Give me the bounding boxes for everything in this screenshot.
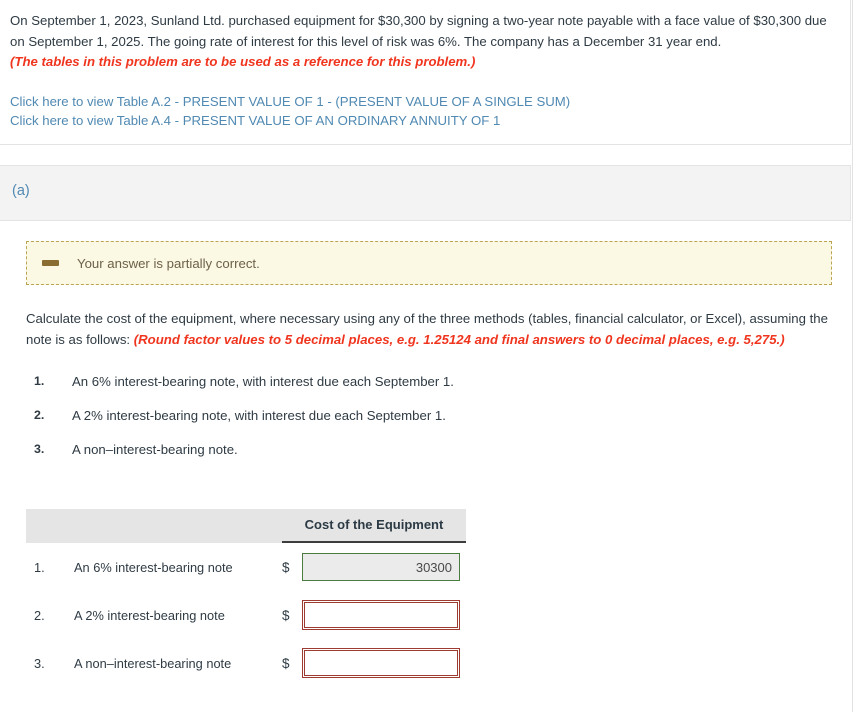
reference-links: Click here to view Table A.2 - PRESENT V…: [10, 92, 836, 130]
row-input-cell: [302, 648, 466, 678]
list-item-number: 1.: [34, 374, 45, 388]
currency-symbol: $: [282, 655, 290, 671]
table-row: 2. A 2% interest-bearing note $: [26, 591, 466, 639]
cost-input-row-1[interactable]: [302, 553, 460, 581]
problem-statement-body: On September 1, 2023, Sunland Ltd. purch…: [10, 13, 827, 49]
part-band: (a): [0, 165, 851, 221]
list-item: 3. A non–interest-bearing note.: [0, 442, 820, 476]
answer-table: Cost of the Equipment 1. An 6% interest-…: [26, 509, 466, 687]
column-header-cost-of-equipment: Cost of the Equipment: [282, 509, 466, 543]
list-item: 2. A 2% interest-bearing note, with inte…: [0, 408, 820, 442]
row-label: A 2% interest-bearing note: [74, 607, 225, 623]
cost-input-row-3[interactable]: [302, 648, 460, 678]
instruction-text: Calculate the cost of the equipment, whe…: [26, 309, 841, 350]
minus-icon: [42, 260, 59, 266]
link-table-a2[interactable]: Click here to view Table A.2 - PRESENT V…: [10, 92, 836, 111]
list-item: 1. An 6% interest-bearing note, with int…: [0, 374, 820, 408]
row-number: 2.: [34, 607, 45, 623]
list-item-label: An 6% interest-bearing note, with intere…: [72, 374, 454, 389]
page-column: On September 1, 2023, Sunland Ltd. purch…: [0, 0, 853, 712]
list-item-label: A non–interest-bearing note.: [72, 442, 238, 457]
answer-table-header: Cost of the Equipment: [26, 509, 466, 543]
row-number: 3.: [34, 655, 45, 671]
table-row: 1. An 6% interest-bearing note $: [26, 543, 466, 591]
list-item-label: A 2% interest-bearing note, with interes…: [72, 408, 446, 423]
link-table-a4[interactable]: Click here to view Table A.4 - PRESENT V…: [10, 111, 836, 130]
note-type-list: 1. An 6% interest-bearing note, with int…: [0, 374, 820, 476]
row-label: A non–interest-bearing note: [74, 655, 232, 671]
problem-statement-text: On September 1, 2023, Sunland Ltd. purch…: [10, 11, 836, 73]
currency-symbol: $: [282, 607, 290, 623]
problem-reference-note: (The tables in this problem are to be us…: [10, 54, 476, 69]
row-label: An 6% interest-bearing note: [74, 559, 233, 575]
row-input-cell: [302, 600, 466, 630]
answer-status-message: Your answer is partially correct.: [77, 255, 260, 271]
row-number: 1.: [34, 559, 45, 575]
problem-statement-card: On September 1, 2023, Sunland Ltd. purch…: [0, 0, 851, 145]
cost-input-row-2[interactable]: [302, 600, 460, 630]
part-label: (a): [12, 183, 30, 199]
currency-symbol: $: [282, 559, 290, 575]
instruction-rounding-note: (Round factor values to 5 decimal places…: [133, 331, 785, 347]
column-header-blank: [26, 509, 282, 543]
answer-status-alert: Your answer is partially correct.: [26, 241, 832, 285]
list-item-number: 2.: [34, 408, 45, 422]
list-item-number: 3.: [34, 442, 45, 456]
table-row: 3. A non–interest-bearing note $: [26, 639, 466, 687]
row-input-cell: [302, 553, 466, 581]
